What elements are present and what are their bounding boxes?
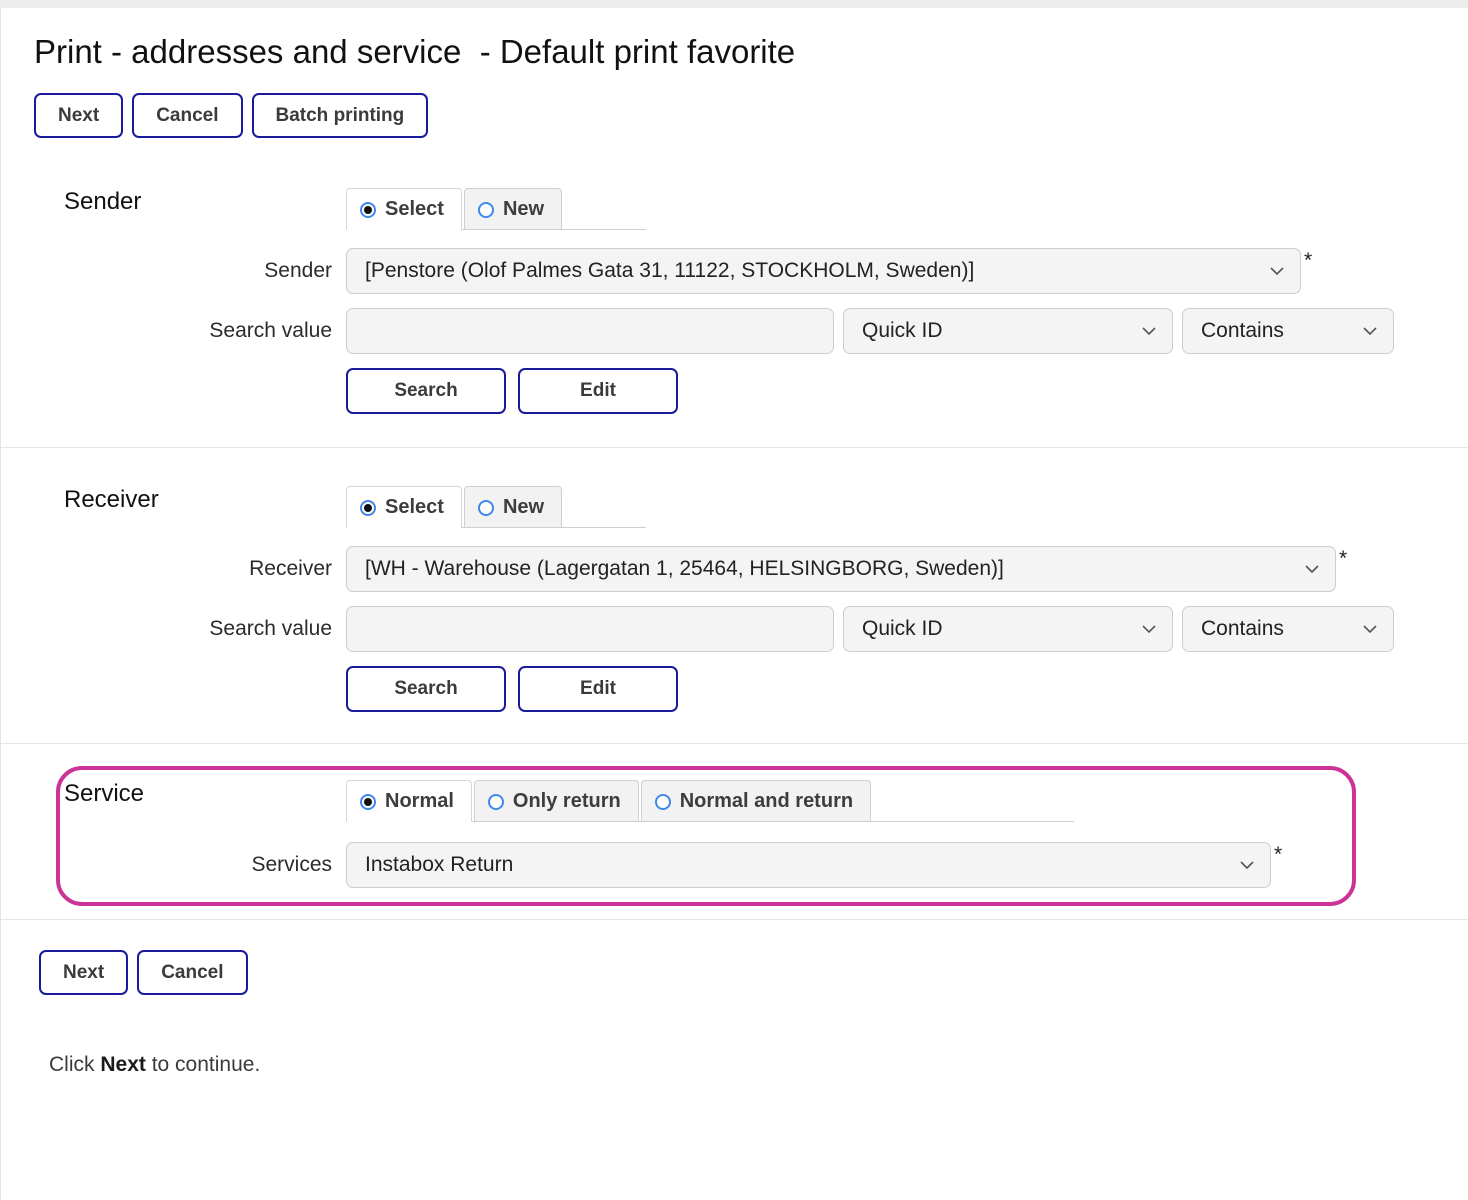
- receiver-address-required-mark: *: [1339, 547, 1348, 570]
- radio-selected-icon: [360, 201, 376, 218]
- services-select[interactable]: Instabox Return: [346, 842, 1271, 888]
- hint-suffix: to continue.: [145, 1053, 261, 1076]
- sender-match-dropdown[interactable]: Contains: [1182, 308, 1394, 354]
- page-title: Print - addresses and service - Default …: [34, 33, 796, 70]
- radio-unselected-icon: [487, 793, 504, 810]
- receiver-address-row: Receiver [WH - Warehouse (Lagergatan 1, …: [249, 546, 1458, 592]
- sender-tabstrip: Select New: [346, 188, 1458, 231]
- radio-unselected-icon: [654, 793, 671, 810]
- receiver-tab-select-label: Select: [385, 496, 444, 518]
- service-tabstrip: Normal Only return Normal and return: [346, 780, 1458, 823]
- receiver-match-dropdown-value: Contains: [1201, 617, 1284, 640]
- receiver-tab-new[interactable]: New: [463, 486, 563, 528]
- receiver-field-dropdown-value: Quick ID: [862, 617, 943, 640]
- footer-next-button[interactable]: Next: [39, 950, 129, 995]
- receiver-search-row: Search value Quick ID Contains: [209, 606, 1458, 652]
- sender-tab-new-label: New: [502, 198, 545, 220]
- chevron-down-icon: [1270, 267, 1284, 276]
- chevron-down-icon: [1305, 565, 1319, 574]
- receiver-section-label: Receiver: [64, 486, 159, 513]
- sender-edit-button[interactable]: Edit: [518, 368, 678, 414]
- sender-field-dropdown-value: Quick ID: [862, 319, 943, 342]
- services-required-mark: *: [1274, 843, 1283, 866]
- service-section-label: Service: [64, 780, 145, 807]
- service-tab-normal-label: Normal: [385, 790, 454, 812]
- receiver-match-dropdown[interactable]: Contains: [1182, 606, 1394, 652]
- receiver-address-select[interactable]: [WH - Warehouse (Lagergatan 1, 25464, HE…: [346, 546, 1336, 592]
- sender-search-button[interactable]: Search: [346, 368, 506, 414]
- footer-button-row: Next Cancel: [39, 950, 1468, 995]
- sender-search-row: Search value Quick ID Contains: [209, 308, 1458, 354]
- receiver-address-label: Receiver: [249, 557, 332, 580]
- receiver-edit-button[interactable]: Edit: [518, 666, 678, 712]
- sender-section-label: Sender: [64, 188, 142, 215]
- service-section: Service Normal Only return Normal and re…: [1, 744, 1468, 920]
- sender-section: Sender Select New Sender [Penstore (Olof…: [1, 188, 1468, 448]
- top-next-button[interactable]: Next: [34, 93, 124, 138]
- receiver-search-label: Search value: [209, 617, 332, 640]
- batch-printing-button[interactable]: Batch printing: [251, 93, 429, 138]
- receiver-address-value: [WH - Warehouse (Lagergatan 1, 25464, HE…: [365, 557, 1004, 580]
- chevron-down-icon: [1142, 625, 1156, 634]
- service-tab-only-return[interactable]: Only return: [473, 780, 639, 822]
- footer-cancel-button[interactable]: Cancel: [137, 950, 248, 995]
- sender-search-label: Search value: [209, 319, 332, 342]
- top-toolbar: Next Cancel Batch printing: [34, 93, 1468, 138]
- receiver-button-row: Search Edit: [346, 666, 1458, 712]
- receiver-search-input[interactable]: [346, 606, 834, 652]
- sender-address-required-mark: *: [1304, 249, 1313, 272]
- hint-prefix: Click: [49, 1053, 101, 1076]
- top-cancel-button[interactable]: Cancel: [132, 93, 243, 138]
- radio-unselected-icon: [477, 201, 494, 218]
- services-value: Instabox Return: [365, 853, 514, 876]
- top-band: [0, 0, 1468, 8]
- print-addresses-and-service-page: Print - addresses and service - Default …: [0, 0, 1468, 1200]
- receiver-tab-select[interactable]: Select: [346, 486, 462, 529]
- sender-address-value: [Penstore (Olof Palmes Gata 31, 11122, S…: [365, 259, 975, 282]
- footer-hint-text: Click Next to continue.: [49, 1053, 1468, 1077]
- services-row: Services Instabox Return *: [251, 842, 1458, 888]
- sender-search-input[interactable]: [346, 308, 834, 354]
- receiver-section: Receiver Select New Receiver [WH - Wareh…: [1, 448, 1468, 744]
- sender-tab-select-label: Select: [385, 198, 444, 220]
- sender-address-row: Sender [Penstore (Olof Palmes Gata 31, 1…: [264, 248, 1458, 294]
- radio-selected-icon: [360, 499, 376, 516]
- services-label: Services: [251, 853, 332, 876]
- sender-button-row: Search Edit: [346, 368, 1458, 414]
- sender-address-label: Sender: [264, 259, 332, 282]
- chevron-down-icon: [1363, 327, 1377, 336]
- sender-tab-select[interactable]: Select: [346, 188, 462, 231]
- section-divider: [1, 919, 1468, 920]
- chevron-down-icon: [1142, 327, 1156, 336]
- service-tab-only-return-label: Only return: [512, 790, 621, 812]
- radio-unselected-icon: [477, 499, 494, 516]
- service-tab-normal-and-return[interactable]: Normal and return: [640, 780, 872, 822]
- receiver-tab-new-label: New: [502, 496, 545, 518]
- service-tab-normal[interactable]: Normal: [346, 780, 472, 823]
- sender-field-dropdown[interactable]: Quick ID: [843, 308, 1173, 354]
- sender-match-dropdown-value: Contains: [1201, 319, 1284, 342]
- hint-bold-next: Next: [100, 1053, 146, 1076]
- receiver-search-button[interactable]: Search: [346, 666, 506, 712]
- receiver-field-dropdown[interactable]: Quick ID: [843, 606, 1173, 652]
- radio-selected-icon: [360, 793, 376, 810]
- chevron-down-icon: [1363, 625, 1377, 634]
- chevron-down-icon: [1240, 861, 1254, 870]
- sender-tab-new[interactable]: New: [463, 188, 563, 230]
- service-tab-normal-and-return-label: Normal and return: [679, 790, 854, 812]
- sender-address-select[interactable]: [Penstore (Olof Palmes Gata 31, 11122, S…: [346, 248, 1301, 294]
- receiver-tabstrip: Select New: [346, 486, 1458, 529]
